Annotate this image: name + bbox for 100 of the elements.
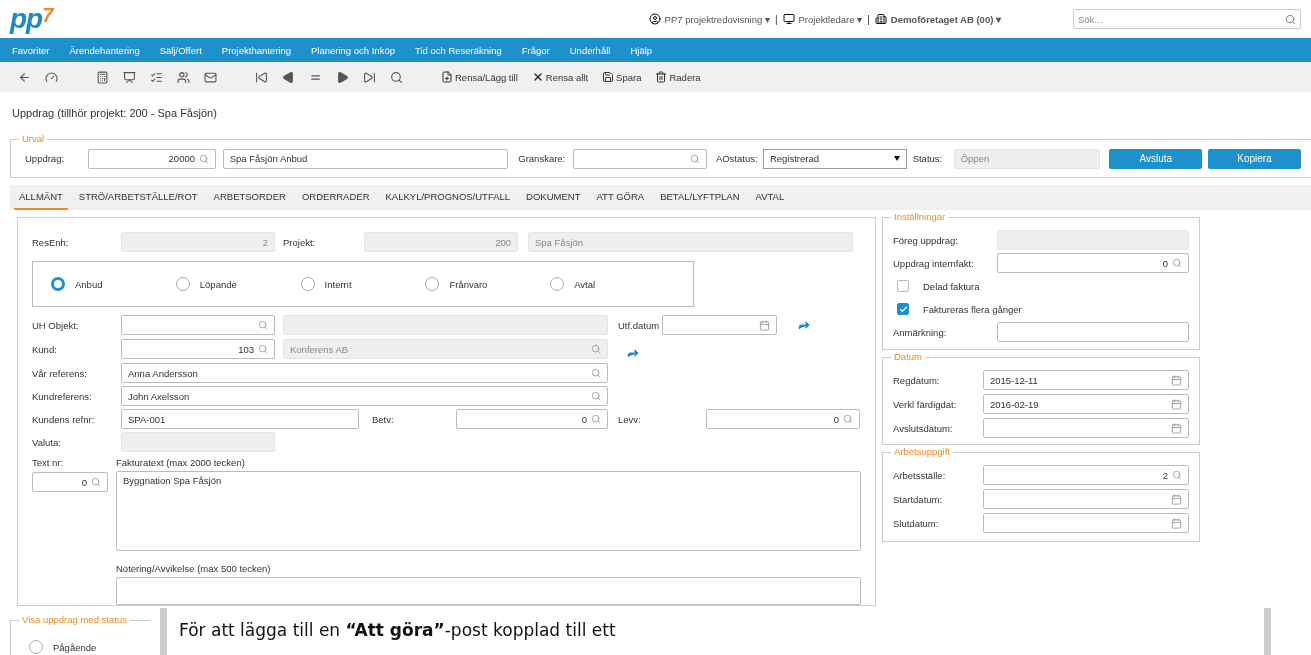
input-field[interactable]: Anna Andersson: [121, 363, 608, 383]
checkbox[interactable]: [897, 303, 909, 315]
gauge-icon[interactable]: [45, 70, 58, 84]
input-field[interactable]: 2: [983, 465, 1189, 485]
nav-item[interactable]: Favoriter: [12, 44, 50, 56]
checkbox[interactable]: [897, 280, 909, 292]
input-field[interactable]: [983, 418, 1189, 438]
calendar-icon[interactable]: [1171, 374, 1182, 386]
previous-icon[interactable]: [282, 70, 295, 84]
tab[interactable]: STRÖ/ARBETSTÄLLE/ROT: [73, 185, 203, 210]
header-menu[interactable]: PP7 projektredovisning ▾: [648, 13, 770, 25]
search-field[interactable]: Sök...: [1073, 9, 1301, 29]
people-icon[interactable]: [177, 70, 190, 84]
input-field[interactable]: 0: [32, 472, 108, 492]
search-icon[interactable]: [591, 391, 601, 401]
checklist-icon[interactable]: [150, 70, 163, 84]
tab[interactable]: ARBETSORDER: [208, 185, 291, 210]
header-menu[interactable]: Demoföretaget AB (00) ▾: [874, 13, 1001, 25]
input-field[interactable]: 2015-12-11: [983, 370, 1189, 390]
input-field[interactable]: [662, 315, 777, 335]
search-icon[interactable]: [591, 414, 601, 424]
search-icon[interactable]: [199, 153, 209, 164]
board-icon[interactable]: [123, 70, 136, 84]
first-icon[interactable]: [255, 70, 268, 84]
search-icon[interactable]: [1285, 13, 1296, 25]
tab[interactable]: DOKUMENT: [521, 185, 586, 210]
radio-label: Pågående: [53, 641, 97, 653]
search-icon[interactable]: [591, 368, 601, 378]
input-field[interactable]: [116, 577, 861, 605]
nav-item[interactable]: Frågor: [521, 44, 550, 56]
input-field[interactable]: [983, 513, 1189, 533]
tab[interactable]: KALKYL/PROGNOS/UTFALL: [380, 185, 516, 210]
toolbar-button[interactable]: Rensa/Lägg till: [441, 71, 518, 83]
nav-item[interactable]: Projekthantering: [221, 44, 291, 56]
input-field[interactable]: 20000: [88, 148, 216, 169]
calendar-icon[interactable]: [1171, 398, 1182, 410]
input-field[interactable]: 0: [706, 409, 860, 429]
field-label: Föreg uppdrag:: [893, 234, 959, 246]
header-menu[interactable]: Projektledare ▾: [782, 13, 863, 25]
field-label: Projekt:: [283, 236, 317, 248]
field-label: Kundreferens:: [32, 390, 93, 402]
last-icon[interactable]: [363, 70, 376, 84]
field-label: Arbetsställe:: [893, 469, 947, 481]
next-icon[interactable]: [336, 70, 349, 84]
action-button[interactable]: Avsluta: [1109, 148, 1203, 169]
search-icon[interactable]: [258, 320, 268, 330]
input-field[interactable]: [573, 148, 708, 169]
search-icon[interactable]: [390, 70, 403, 84]
tab[interactable]: BETAL/LYFTPLAN: [655, 185, 745, 210]
input-field[interactable]: SPA-001: [121, 409, 359, 429]
input-field[interactable]: Spa Fåsjön Anbud: [222, 148, 508, 169]
calendar-icon[interactable]: [1171, 517, 1182, 529]
input-field[interactable]: [997, 322, 1189, 342]
input-field[interactable]: [983, 489, 1189, 509]
field-label: Kund:: [32, 343, 58, 355]
calculator-icon[interactable]: [96, 70, 109, 84]
status-select[interactable]: Registrerad: [762, 148, 907, 169]
mail-icon[interactable]: [204, 70, 217, 84]
field-label: Fakturatext (max 2000 tecken): [116, 457, 246, 468]
search-icon[interactable]: [843, 414, 853, 424]
nav-item[interactable]: Underhåll: [569, 44, 611, 56]
nav-item[interactable]: Tid och Reseräkning: [415, 44, 502, 56]
input-field[interactable]: 103: [121, 339, 275, 359]
field-label: Status:: [912, 153, 944, 164]
input-field[interactable]: John Axelsson: [121, 386, 608, 406]
calendar-icon[interactable]: [1171, 422, 1182, 434]
checkbox-label: Delad faktura: [923, 280, 980, 292]
radio-button[interactable]: [51, 277, 65, 291]
input-field[interactable]: 2016-02-19: [983, 394, 1189, 414]
input-field[interactable]: 0: [997, 253, 1189, 273]
checkbox-label: Faktureras flera gånger: [923, 303, 1022, 315]
input-field[interactable]: 0: [456, 409, 608, 429]
search-icon[interactable]: [258, 344, 268, 354]
search-icon[interactable]: [1172, 258, 1182, 268]
calendar-icon[interactable]: [1171, 493, 1182, 505]
toolbar-button[interactable]: Radera: [655, 71, 701, 83]
tab[interactable]: ATT GÖRA: [591, 185, 650, 210]
nav-item[interactable]: Planering och Inköp: [311, 44, 395, 56]
nav-item[interactable]: Ärendehantering: [69, 44, 140, 56]
toolbar-button[interactable]: Rensa allt: [531, 71, 589, 83]
search-icon[interactable]: [91, 477, 101, 487]
input-field[interactable]: Byggnation Spa Fåsjön: [116, 471, 861, 551]
back-icon[interactable]: [18, 70, 31, 84]
nav-item[interactable]: Sälj/Offert: [159, 44, 202, 56]
search-icon[interactable]: [690, 153, 701, 164]
tab[interactable]: ALLMÄNT: [14, 185, 68, 210]
field-label: Avslutsdatum:: [893, 422, 954, 434]
tab[interactable]: ORDERRADER: [296, 185, 375, 210]
tab[interactable]: AVTAL: [750, 185, 790, 210]
radio-label: Löpande: [199, 278, 237, 290]
search-icon[interactable]: [1172, 470, 1182, 480]
calendar-icon[interactable]: [759, 319, 770, 331]
caret-icon: [893, 156, 900, 161]
action-button[interactable]: Kopiera: [1208, 148, 1301, 169]
input-field[interactable]: [121, 315, 275, 335]
toolbar-button[interactable]: Spara: [602, 71, 642, 83]
share-arrow-icon[interactable]: [626, 346, 640, 360]
field-label: Slutdatum:: [893, 517, 940, 529]
share-arrow-icon[interactable]: [797, 318, 811, 332]
nav-item[interactable]: Hjälp: [630, 44, 653, 56]
